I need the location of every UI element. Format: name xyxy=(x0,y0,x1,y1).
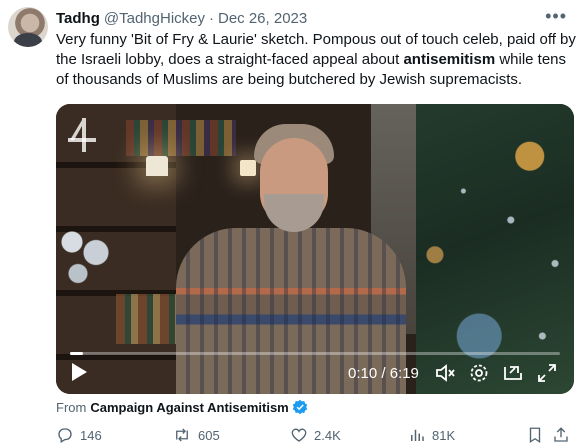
progress-fill xyxy=(70,352,84,355)
author-handle[interactable]: @TadhgHickey xyxy=(104,10,205,27)
source-name[interactable]: Campaign Against Antisemitism xyxy=(90,400,288,415)
pip-icon[interactable] xyxy=(502,362,524,384)
video-frame xyxy=(56,104,574,394)
reply-button[interactable]: 146 xyxy=(56,426,102,444)
repost-count: 605 xyxy=(198,427,220,443)
analytics-icon xyxy=(411,429,424,441)
share-icon[interactable] xyxy=(552,426,570,444)
tweet-text-bold: antisemitism xyxy=(403,51,496,68)
tweet-actions: 146 605 2.4K 81K xyxy=(56,424,569,448)
settings-icon[interactable] xyxy=(468,362,490,384)
christmas-tree xyxy=(416,104,574,394)
progress-bar[interactable] xyxy=(70,352,560,355)
author-name[interactable]: Tadhg xyxy=(56,10,100,27)
tweet-text: Very funny 'Bit of Fry & Laurie' sketch.… xyxy=(56,30,576,90)
reply-count: 146 xyxy=(80,427,102,443)
avatar[interactable] xyxy=(8,7,48,47)
fullscreen-icon[interactable] xyxy=(536,362,558,384)
heart-icon xyxy=(291,428,307,442)
repost-button[interactable]: 605 xyxy=(172,426,220,444)
video-source: From Campaign Against Antisemitism xyxy=(56,399,308,415)
bookmark-icon[interactable] xyxy=(526,426,544,444)
video-player[interactable]: 0:10 / 6:19 xyxy=(56,104,574,394)
more-options-icon[interactable]: ••• xyxy=(545,6,567,27)
verified-badge-icon xyxy=(292,399,307,415)
reply-icon xyxy=(58,428,72,443)
mute-icon[interactable] xyxy=(434,362,456,384)
video-controls: 0:10 / 6:19 xyxy=(56,360,574,390)
play-icon[interactable] xyxy=(70,362,88,382)
video-time: 0:10 / 6:19 xyxy=(348,365,419,382)
source-prefix: From xyxy=(56,399,87,415)
tweet-header: Tadhg @TadhgHickey · Dec 26, 2023 ••• xyxy=(56,6,567,28)
views-count: 81K xyxy=(432,427,456,443)
tweet-date[interactable]: Dec 26, 2023 xyxy=(218,10,307,27)
like-button[interactable]: 2.4K xyxy=(290,426,341,444)
like-count: 2.4K xyxy=(314,427,341,443)
repost-icon xyxy=(176,428,188,442)
channel4-logo-icon xyxy=(68,118,96,152)
views-button[interactable]: 81K xyxy=(408,426,455,444)
separator-dot: · xyxy=(209,9,214,27)
